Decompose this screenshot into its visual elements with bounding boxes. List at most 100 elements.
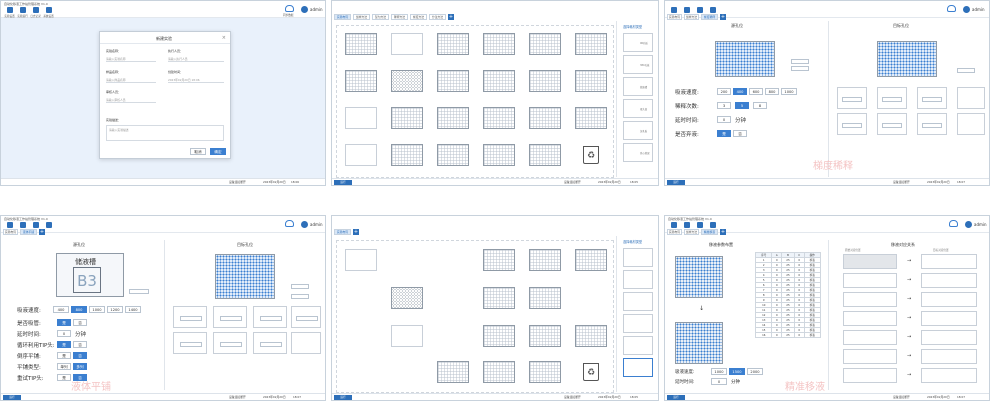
deck-plate[interactable]	[483, 70, 515, 92]
deck-plate[interactable]	[345, 33, 377, 55]
deck-slot[interactable]	[345, 249, 377, 271]
mapping-source-slot[interactable]	[843, 292, 897, 307]
name-input[interactable]: 请输入实验名称	[106, 57, 156, 62]
target-slot[interactable]	[877, 113, 907, 135]
deck-plate[interactable]	[529, 144, 561, 166]
mapping-target-slot[interactable]	[921, 273, 977, 288]
deck-plate[interactable]	[437, 33, 469, 55]
speed-1000[interactable]: 1000	[89, 306, 105, 313]
deck-plate[interactable]	[529, 249, 561, 271]
deck-plate[interactable]	[437, 361, 469, 383]
speed-200[interactable]: 200	[717, 88, 731, 95]
consumable-item[interactable]	[623, 292, 653, 311]
mapping-source-slot[interactable]	[843, 273, 897, 288]
mapping-source-slot[interactable]	[843, 311, 897, 326]
speed-1500[interactable]: 1500	[729, 368, 745, 375]
deck-slot[interactable]	[345, 107, 377, 129]
cloud-icon[interactable]	[285, 5, 294, 12]
source-select-button[interactable]	[791, 59, 809, 64]
tab-tiling[interactable]: 液体平铺	[20, 229, 37, 235]
target-slot[interactable]	[253, 332, 287, 354]
tab-layout[interactable]: 实验布局	[3, 229, 18, 235]
target-slot[interactable]	[837, 113, 867, 135]
deck-plate[interactable]	[575, 33, 607, 55]
speed-600[interactable]: 600	[749, 88, 763, 95]
option-yes[interactable]: 是	[57, 374, 71, 381]
deck-plate[interactable]	[483, 287, 515, 309]
speed-800[interactable]: 800	[765, 88, 779, 95]
reservoir-select-button[interactable]	[129, 289, 149, 294]
source-clear-button[interactable]	[791, 66, 809, 71]
target-slot[interactable]	[291, 332, 321, 354]
toolbar-experiment-run[interactable]	[681, 7, 692, 13]
deck-plate[interactable]	[575, 325, 607, 347]
tab-add[interactable]: 加样方法	[353, 14, 370, 20]
target-plate[interactable]	[877, 41, 937, 77]
target-slot[interactable]	[957, 87, 985, 109]
consumable-item[interactable]	[623, 314, 653, 333]
deck-plate[interactable]	[483, 33, 515, 55]
toolbar-settings[interactable]	[707, 7, 718, 13]
run-button[interactable]: 运行	[667, 180, 685, 185]
mapping-target-slot[interactable]	[921, 330, 977, 345]
add-tab-icon[interactable]: +	[448, 14, 454, 20]
deck-plate[interactable]	[391, 144, 423, 166]
time-input[interactable]: 2023年02月20日 18:06	[168, 78, 224, 83]
deck-slot[interactable]	[391, 33, 423, 55]
deck-plate[interactable]	[529, 33, 561, 55]
deck-plate[interactable]	[483, 325, 515, 347]
option-single[interactable]: 单列	[57, 363, 71, 370]
mapping-source-slot[interactable]	[843, 330, 897, 345]
tab-gradient[interactable]: 梯度方法	[410, 14, 427, 20]
mapping-target-slot[interactable]	[921, 368, 977, 383]
deck-plate[interactable]	[529, 325, 561, 347]
mapping-target-slot[interactable]	[921, 349, 977, 364]
tab-dilute[interactable]: 稀释方法	[391, 14, 408, 20]
deck-plate[interactable]	[391, 107, 423, 129]
mapping-source-slot[interactable]	[843, 349, 897, 364]
option-no[interactable]: 否	[73, 352, 87, 359]
cloud-icon[interactable]	[947, 5, 956, 12]
consumable-tube-rack[interactable]: 离心管架	[623, 143, 653, 162]
deck-plate[interactable]	[529, 107, 561, 129]
target-select-button[interactable]	[291, 284, 309, 289]
deck-plate[interactable]	[483, 107, 515, 129]
target-slot[interactable]	[957, 113, 985, 135]
tab-layout[interactable]: 实验布局	[667, 14, 682, 20]
add-tab-icon[interactable]: +	[39, 229, 45, 235]
tab-layout[interactable]: 实验布局	[334, 14, 351, 20]
target-slot[interactable]	[173, 306, 207, 328]
run-button[interactable]: 运行	[3, 395, 21, 400]
toolbar-log[interactable]	[694, 222, 705, 228]
mapping-source-slot[interactable]	[843, 254, 897, 269]
option-multi[interactable]: 多列	[73, 363, 87, 370]
deck-plate[interactable]	[391, 287, 423, 309]
target-slot[interactable]	[837, 87, 867, 109]
deck-plate[interactable]	[529, 70, 561, 92]
confirm-button[interactable]: 确定	[210, 148, 226, 155]
cloud-icon[interactable]	[285, 220, 294, 227]
toolbar-experiment-run[interactable]: 实验运行	[17, 7, 28, 19]
cancel-button[interactable]: 取消	[190, 148, 206, 155]
add-tab-icon[interactable]: +	[353, 229, 359, 235]
speed-800[interactable]: 800	[71, 306, 87, 313]
target-slot[interactable]	[213, 306, 247, 328]
speed-400[interactable]: 400	[53, 306, 69, 313]
toolbar-experiment-setup[interactable]	[668, 222, 679, 228]
tip-no[interactable]: 否	[733, 130, 747, 137]
run-button[interactable]: 运行	[334, 180, 352, 185]
deck-plate[interactable]	[575, 70, 607, 92]
mapping-source-slot[interactable]	[843, 368, 897, 383]
description-textarea[interactable]: 请输入实验描述	[106, 125, 224, 141]
delay-input[interactable]: 0	[717, 116, 731, 123]
consumable-item[interactable]	[623, 336, 653, 355]
mapping-target-slot[interactable]	[921, 292, 977, 307]
tab-layout[interactable]: 实验布局	[334, 229, 351, 235]
target-slot[interactable]	[213, 332, 247, 354]
deck-plate[interactable]	[437, 144, 469, 166]
avatar[interactable]	[301, 6, 308, 13]
speed-1400[interactable]: 1400	[125, 306, 141, 313]
reviewer-input[interactable]: 请输入审核人员	[106, 98, 156, 103]
toolbar-experiment-setup[interactable]	[668, 7, 679, 13]
toolbar-experiment-run[interactable]	[681, 222, 692, 228]
